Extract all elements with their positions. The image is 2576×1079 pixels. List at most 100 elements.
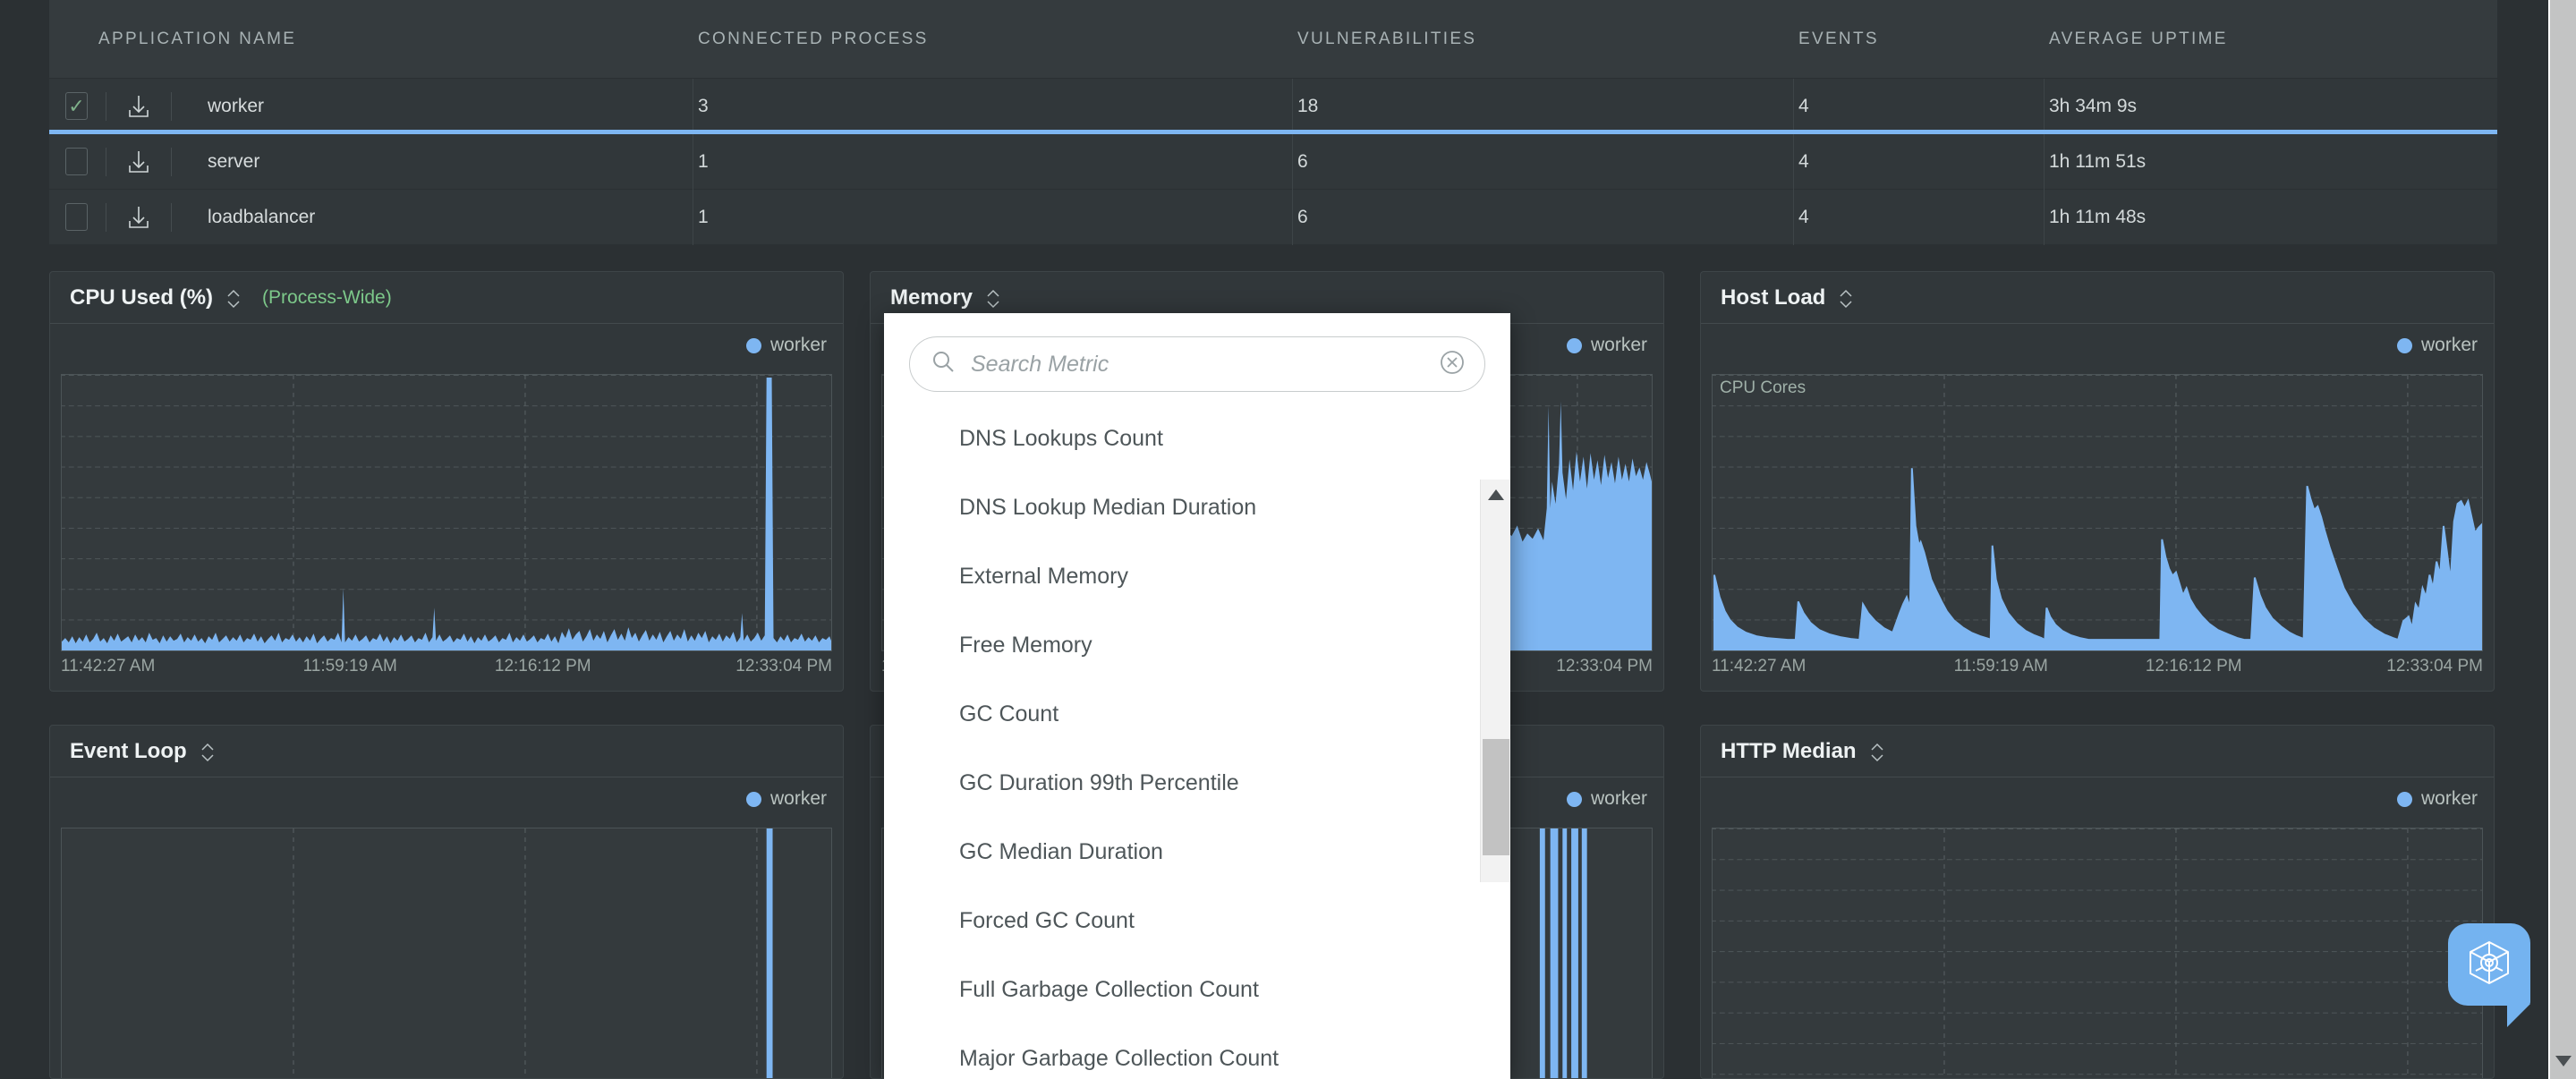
legend-label: worker bbox=[769, 335, 827, 355]
metric-list-item[interactable]: DNS Lookup Median Duration bbox=[959, 473, 1510, 542]
panel-title: Host Load bbox=[1721, 285, 1826, 310]
metric-list-item[interactable]: External Memory bbox=[959, 542, 1510, 611]
panel-cpu-used: CPU Used (%) (Process-Wide) worker 11:42… bbox=[49, 271, 844, 692]
panel-host-load: Host Load worker CPU Cores 11:42:27 AM 1… bbox=[1700, 271, 2495, 692]
page-scrollbar[interactable] bbox=[2548, 0, 2576, 1079]
chevron-updown-icon[interactable] bbox=[1837, 286, 1855, 311]
scroll-down-arrow-icon[interactable] bbox=[2555, 1055, 2572, 1072]
cell-connected-process: 1 bbox=[693, 189, 1293, 245]
metric-list-item[interactable]: GC Count bbox=[959, 680, 1510, 749]
chart-legend[interactable]: worker bbox=[745, 335, 827, 356]
chart-plot-cpu-used[interactable] bbox=[61, 374, 832, 651]
cell-application-name: server bbox=[49, 133, 693, 190]
chart-xaxis: 11:42:27 AM 11:59:19 AM 12:16:12 PM 12:3… bbox=[61, 657, 832, 676]
download-icon[interactable] bbox=[124, 92, 153, 121]
xtick: 12:33:04 PM bbox=[2386, 657, 2483, 675]
panel-http-median: HTTP Median worker bbox=[1700, 725, 2495, 1079]
column-header-average-uptime[interactable]: AVERAGE UPTIME bbox=[2045, 30, 2492, 49]
cell-events: 4 bbox=[1794, 78, 2045, 134]
row-checkbox[interactable] bbox=[65, 203, 88, 231]
panel-subtitle: (Process-Wide) bbox=[262, 286, 392, 308]
panel-body: worker bbox=[1701, 777, 2494, 1078]
legend-color-dot bbox=[1566, 791, 1582, 807]
download-icon[interactable] bbox=[124, 148, 153, 176]
legend-color-dot bbox=[745, 791, 761, 807]
legend-label: worker bbox=[2420, 335, 2478, 355]
clear-search-icon[interactable] bbox=[1438, 348, 1467, 381]
application-name-label: server bbox=[208, 150, 260, 172]
cell-connected-process: 3 bbox=[693, 78, 1293, 134]
legend-color-dot bbox=[745, 337, 761, 353]
application-name-label: worker bbox=[208, 95, 265, 116]
divider bbox=[171, 202, 172, 232]
legend-color-dot bbox=[1566, 337, 1582, 353]
table-header-row: APPLICATION NAME CONNECTED PROCESS VULNE… bbox=[49, 0, 2497, 79]
column-header-connected-process[interactable]: CONNECTED PROCESS bbox=[693, 30, 1293, 49]
panel-title: Memory bbox=[890, 285, 973, 310]
chevron-updown-icon[interactable] bbox=[984, 286, 1002, 311]
xtick: 12:16:12 PM bbox=[2145, 657, 2242, 675]
panel-body: worker bbox=[50, 777, 843, 1078]
table-row[interactable]: server 1 6 4 1h 11m 51s bbox=[49, 133, 2497, 190]
download-icon[interactable] bbox=[124, 203, 153, 232]
metric-list[interactable]: DNS Lookups Count DNS Lookup Median Dura… bbox=[884, 404, 1510, 1077]
xtick: 11:42:27 AM bbox=[1712, 657, 1807, 675]
panel-header: HTTP Median bbox=[1701, 726, 2494, 777]
metric-list-item[interactable]: Free Memory bbox=[959, 611, 1510, 680]
cell-average-uptime: 1h 11m 48s bbox=[2049, 206, 2147, 227]
panel-event-loop: Event Loop worker bbox=[49, 725, 844, 1079]
divider bbox=[171, 91, 172, 121]
column-header-events[interactable]: EVENTS bbox=[1794, 30, 2045, 49]
metric-list-item[interactable]: GC Duration 99th Percentile bbox=[959, 749, 1510, 818]
panel-title: CPU Used (%) bbox=[70, 285, 214, 310]
xtick: 11:59:19 AM bbox=[1953, 657, 2048, 675]
metric-list-item[interactable]: Major Garbage Collection Count bbox=[959, 1024, 1510, 1077]
chart-legend[interactable]: worker bbox=[2396, 788, 2478, 810]
dashboard-root: APPLICATION NAME CONNECTED PROCESS VULNE… bbox=[0, 0, 2576, 1079]
search-box[interactable] bbox=[909, 336, 1485, 392]
legend-label: worker bbox=[1590, 788, 1647, 809]
cube-icon bbox=[2464, 938, 2514, 992]
assistant-fab-button[interactable] bbox=[2448, 923, 2530, 1027]
chevron-updown-icon[interactable] bbox=[199, 740, 217, 765]
check-icon: ✓ bbox=[68, 94, 85, 117]
chart-legend[interactable]: worker bbox=[1566, 788, 1647, 810]
xtick: 11:42:27 AM bbox=[61, 657, 156, 675]
chart-legend[interactable]: worker bbox=[745, 788, 827, 810]
metric-list-item[interactable]: Full Garbage Collection Count bbox=[959, 956, 1510, 1024]
search-input[interactable] bbox=[971, 351, 1438, 378]
panel-body: worker CPU Cores 11:42:27 AM 11:59:19 AM… bbox=[1701, 324, 2494, 691]
cell-average-uptime: 3h 34m 9s bbox=[2049, 95, 2138, 116]
column-header-vulnerabilities[interactable]: VULNERABILITIES bbox=[1293, 30, 1794, 49]
xtick: 11:59:19 AM bbox=[302, 657, 397, 675]
cell-events: 4 bbox=[1794, 189, 2045, 245]
chart-legend[interactable]: worker bbox=[2396, 335, 2478, 356]
metric-search-modal: DNS Lookups Count DNS Lookup Median Dura… bbox=[884, 313, 1510, 1079]
row-checkbox[interactable] bbox=[65, 148, 88, 175]
search-row bbox=[884, 313, 1510, 404]
metric-list-item[interactable]: GC Median Duration bbox=[959, 818, 1510, 887]
chart-legend[interactable]: worker bbox=[1566, 335, 1647, 356]
chart-plot-event-loop[interactable] bbox=[61, 828, 832, 1078]
chart-plot-host-load[interactable]: CPU Cores bbox=[1712, 374, 2483, 651]
chart-plot-http-median[interactable] bbox=[1712, 828, 2483, 1078]
table-row[interactable]: ✓ worker 3 18 4 3h 34m 9s bbox=[49, 78, 2497, 134]
cell-connected-process: 1 bbox=[693, 133, 1293, 190]
table-row[interactable]: loadbalancer 1 6 4 1h 11m 48s bbox=[49, 189, 2497, 245]
chevron-updown-icon[interactable] bbox=[1868, 740, 1886, 765]
application-name-label: loadbalancer bbox=[208, 206, 316, 227]
cell-events: 4 bbox=[1794, 133, 2045, 190]
metric-list-item[interactable]: Forced GC Count bbox=[959, 887, 1510, 956]
column-header-application-name[interactable]: APPLICATION NAME bbox=[49, 30, 693, 49]
chevron-updown-icon[interactable] bbox=[225, 286, 242, 311]
panel-header: Host Load bbox=[1701, 272, 2494, 324]
metric-list-item[interactable]: DNS Lookups Count bbox=[959, 404, 1510, 473]
page-scrollbar-thumb[interactable] bbox=[2550, 0, 2576, 1038]
row-checkbox[interactable]: ✓ bbox=[65, 92, 88, 120]
metric-list-scrollbar[interactable] bbox=[1480, 480, 1510, 882]
panel-body: worker 11:42:27 AM 11:59:19 AM 12:16:12 … bbox=[50, 324, 843, 691]
divider bbox=[171, 147, 172, 176]
scroll-up-arrow-icon[interactable] bbox=[1487, 489, 1505, 506]
cell-application-name: ✓ worker bbox=[49, 78, 693, 134]
scrollbar-thumb[interactable] bbox=[1483, 739, 1509, 855]
